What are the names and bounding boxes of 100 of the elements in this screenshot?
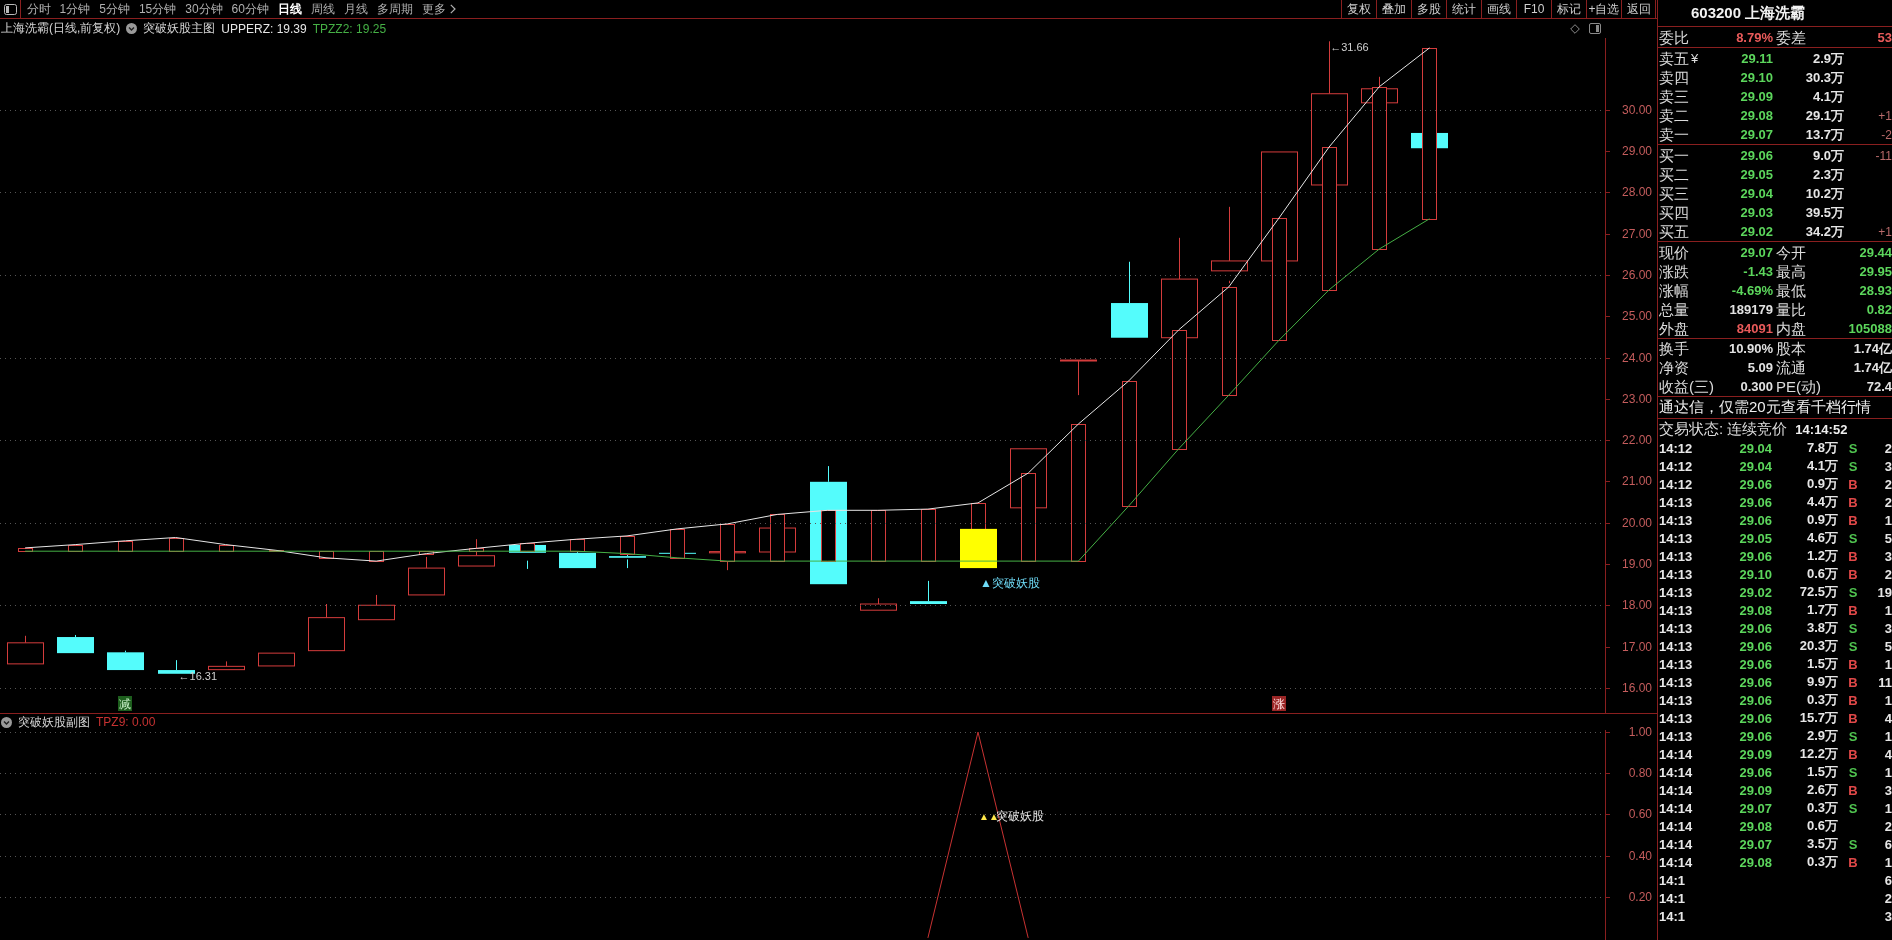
trade-side: S xyxy=(1848,620,1858,636)
trade-volume: 7.8万 xyxy=(1806,439,1838,457)
order-volume: 2.3万 xyxy=(1812,165,1844,184)
trade-time: 14:14 xyxy=(1659,764,1693,780)
band-bar xyxy=(68,545,83,552)
axis-label: 25.00 xyxy=(1621,309,1652,324)
trade-count: 3 xyxy=(1884,620,1892,636)
quote-label: 净资 xyxy=(1658,358,1689,377)
tool-button[interactable]: 复权 xyxy=(1341,0,1376,18)
period-tab[interactable]: 周线 xyxy=(306,0,340,18)
trade-count: 1 xyxy=(1884,800,1892,816)
quote-label: 外盘 xyxy=(1658,319,1689,338)
quote-label: PE(动) xyxy=(1775,377,1821,396)
band-bar xyxy=(469,548,484,552)
band-bar xyxy=(720,524,735,562)
trade-price: 29.06 xyxy=(1739,656,1772,672)
diamond-icon[interactable] xyxy=(1570,23,1580,34)
period-tab[interactable]: 15分钟 xyxy=(134,0,181,18)
trade-side: B xyxy=(1848,548,1858,564)
quote-label: 流通 xyxy=(1775,358,1806,377)
trade-volume: 1.5万 xyxy=(1806,655,1838,673)
trade-side: B xyxy=(1848,746,1858,762)
axis-label: 18.00 xyxy=(1621,598,1652,613)
quote-label: 量比 xyxy=(1775,300,1806,319)
signal-label: ▲突破妖股 xyxy=(980,576,1040,591)
quote-value: 84091 xyxy=(1736,321,1773,336)
axis-label: 0.80 xyxy=(1628,766,1652,781)
axis-label: 22.00 xyxy=(1621,433,1652,448)
period-tab[interactable]: 30分钟 xyxy=(180,0,228,18)
tool-button[interactable]: +自选 xyxy=(1586,0,1621,18)
quote-value: 0.82 xyxy=(1866,302,1892,317)
axis-label: 19.00 xyxy=(1621,556,1652,571)
tool-button[interactable]: 画线 xyxy=(1481,0,1516,18)
order-price: 29.05 xyxy=(1740,167,1773,182)
axis-label: 23.00 xyxy=(1621,391,1652,406)
chevron-down-icon[interactable] xyxy=(126,23,138,34)
trade-time: 14:13 xyxy=(1659,728,1693,744)
order-change: +1 xyxy=(1878,108,1892,123)
order-price: 29.11 xyxy=(1741,51,1773,66)
trade-volume: 4.6万 xyxy=(1806,529,1838,547)
order-label: 卖二 xyxy=(1658,106,1689,125)
trade-count: 2 xyxy=(1884,476,1892,492)
promo-text: 通达信，仅需20元查看千档行情 xyxy=(1658,397,1872,417)
currency-mark: ¥ xyxy=(1691,51,1699,66)
chevron-down-icon[interactable] xyxy=(1,716,12,728)
trade-side: B xyxy=(1848,692,1858,708)
order-volume: 10.2万 xyxy=(1805,184,1844,203)
chart-title: 上海洗霸(日线,前复权) xyxy=(1,20,121,37)
trade-count: 6 xyxy=(1884,836,1892,852)
more-tab[interactable]: 更多 xyxy=(417,0,461,18)
trade-price: 29.07 xyxy=(1739,800,1772,816)
candlestick xyxy=(458,538,495,567)
trade-time: 14:13 xyxy=(1659,512,1693,528)
period-tab[interactable]: 日线 xyxy=(273,0,307,18)
quote-label: 总量 xyxy=(1658,300,1689,319)
order-change: +1 xyxy=(1878,224,1892,239)
trade-count: 3 xyxy=(1884,782,1892,798)
trade-price: 29.06 xyxy=(1739,692,1772,708)
period-tab[interactable]: 5分钟 xyxy=(94,0,135,18)
sidebar-icon[interactable] xyxy=(3,3,17,15)
tool-button[interactable]: 统计 xyxy=(1446,0,1481,18)
trade-price: 29.08 xyxy=(1739,602,1772,618)
trade-price: 29.09 xyxy=(1739,782,1772,798)
trade-side: B xyxy=(1848,476,1858,492)
quote-label: 最低 xyxy=(1775,281,1806,300)
period-tab[interactable]: 60分钟 xyxy=(227,0,274,18)
indicator-name: 突破妖股主图 xyxy=(143,20,216,37)
period-tab[interactable]: 1分钟 xyxy=(55,0,95,18)
signal-label: 突破妖股 xyxy=(996,809,1045,823)
tool-button[interactable]: 多股 xyxy=(1411,0,1446,18)
order-label: 卖三 xyxy=(1658,87,1689,106)
axis-label: 28.00 xyxy=(1621,185,1652,200)
tool-button[interactable]: 返回 xyxy=(1621,0,1656,18)
tool-button[interactable]: 叠加 xyxy=(1376,0,1411,18)
indicator-readout: TPZZ2: 19.25 xyxy=(312,21,387,36)
tool-button[interactable]: F10 xyxy=(1516,0,1551,18)
trade-time: 14:12 xyxy=(1659,458,1693,474)
trade-side: B xyxy=(1848,782,1858,798)
trade-price: 29.06 xyxy=(1739,638,1772,654)
trade-time: 14:13 xyxy=(1659,602,1693,618)
trade-time: 14:14 xyxy=(1659,800,1693,816)
trade-count: 1 xyxy=(1884,764,1892,780)
low-price-label: ←16.31 xyxy=(178,670,218,682)
order-price: 29.06 xyxy=(1740,148,1773,163)
period-tab[interactable]: 多周期 xyxy=(372,0,418,18)
trade-time: 14:13 xyxy=(1659,656,1693,672)
axis-label: 21.00 xyxy=(1621,474,1652,489)
candlestick xyxy=(7,635,44,665)
panel-icon[interactable] xyxy=(1589,23,1601,34)
trade-volume: 1.2万 xyxy=(1806,547,1838,565)
trade-count: 1 xyxy=(1884,602,1892,618)
band-bar xyxy=(219,545,234,552)
period-tab[interactable]: 分时 xyxy=(22,0,55,18)
axis-label: 30.00 xyxy=(1621,102,1652,117)
order-change: -11 xyxy=(1875,148,1892,163)
period-tab[interactable]: 月线 xyxy=(339,0,373,18)
trade-volume: 2.9万 xyxy=(1806,727,1838,745)
candlestick xyxy=(158,659,195,674)
tool-button[interactable]: 标记 xyxy=(1551,0,1586,18)
trade-volume: 12.2万 xyxy=(1799,745,1838,763)
